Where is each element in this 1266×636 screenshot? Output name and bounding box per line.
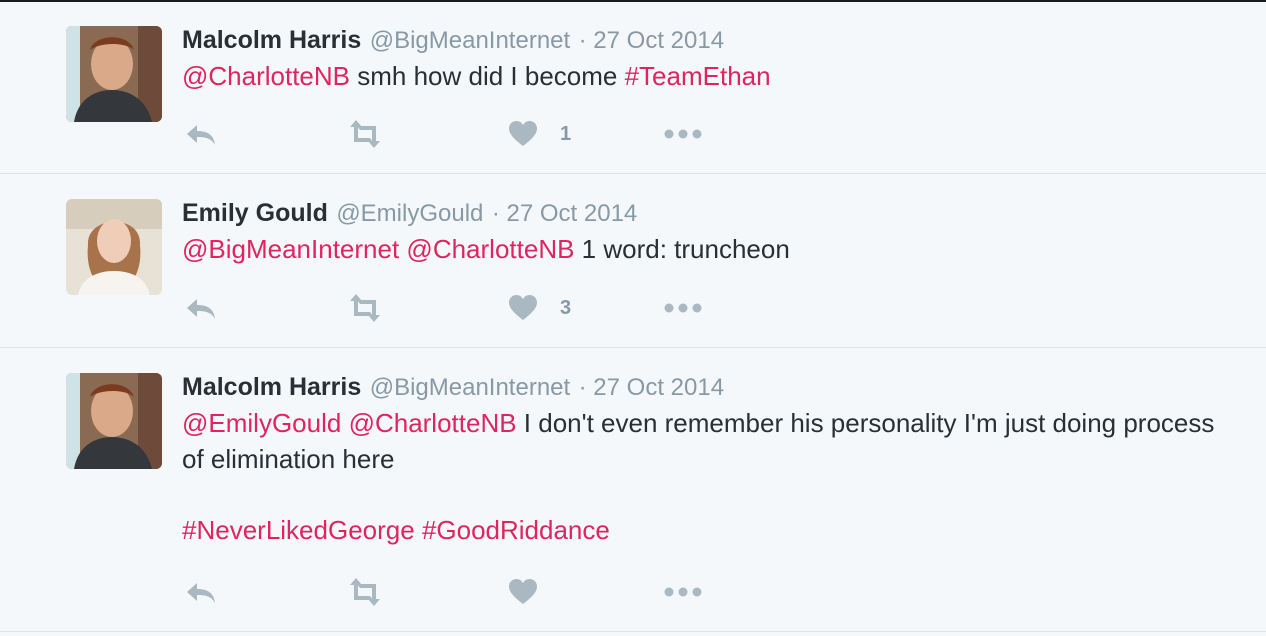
- hashtag-link[interactable]: #NeverLikedGeorge: [182, 515, 415, 545]
- tweet-body: smh how did I become: [350, 61, 625, 91]
- mention-link[interactable]: @EmilyGould: [182, 408, 341, 438]
- tweet[interactable]: Malcolm Harris @BigMeanInternet · 27 Oct…: [0, 348, 1266, 632]
- author-name[interactable]: Emily Gould: [182, 199, 328, 227]
- more-button[interactable]: [664, 574, 704, 610]
- reply-icon: [187, 125, 215, 145]
- reply-icon: [187, 299, 215, 319]
- hashtag-link[interactable]: #GoodRiddance: [422, 515, 610, 545]
- like-button[interactable]: [508, 574, 560, 610]
- hashtag-link[interactable]: #TeamEthan: [625, 61, 771, 91]
- more-button[interactable]: [664, 290, 704, 326]
- tweet-body: 1 word: truncheon: [574, 234, 790, 264]
- more-icon: [664, 129, 702, 139]
- tweet-date[interactable]: · 27 Oct 2014: [492, 200, 637, 227]
- author-name[interactable]: Malcolm Harris: [182, 26, 361, 54]
- tweet-text: @BigMeanInternet @CharlotteNB 1 word: tr…: [182, 231, 1222, 267]
- author-handle[interactable]: @BigMeanInternet: [370, 374, 570, 401]
- tweet-text: @CharlotteNB smh how did I become #TeamE…: [182, 58, 1222, 94]
- reply-button[interactable]: [184, 574, 218, 610]
- like-button[interactable]: 3: [508, 290, 571, 326]
- tweet-paragraph: #NeverLikedGeorge #GoodRiddance: [182, 512, 1222, 548]
- reply-button[interactable]: [184, 116, 218, 152]
- like-button[interactable]: 1: [508, 116, 571, 152]
- retweet-icon: [350, 578, 380, 606]
- reply-icon: [187, 583, 215, 603]
- timeline: Malcolm Harris @BigMeanInternet · 27 Oct…: [0, 2, 1266, 632]
- retweet-button[interactable]: [344, 290, 384, 326]
- retweet-icon: [350, 120, 380, 148]
- tweet[interactable]: Emily Gould @EmilyGould · 27 Oct 2014 @B…: [0, 174, 1266, 348]
- more-button[interactable]: [664, 116, 704, 152]
- mention-link[interactable]: @CharlotteNB: [182, 61, 350, 91]
- avatar[interactable]: [66, 199, 162, 295]
- tweet-header: Malcolm Harris @BigMeanInternet · 27 Oct…: [182, 348, 1266, 405]
- tweet-header: Malcolm Harris @BigMeanInternet · 27 Oct…: [182, 2, 1266, 58]
- tweet[interactable]: Malcolm Harris @BigMeanInternet · 27 Oct…: [0, 2, 1266, 174]
- tweet-date[interactable]: · 27 Oct 2014: [579, 374, 724, 401]
- heart-icon: [509, 579, 537, 604]
- tweet-paragraph: @EmilyGould @CharlotteNB I don't even re…: [182, 405, 1222, 477]
- retweet-icon: [350, 294, 380, 322]
- heart-icon: [509, 295, 537, 320]
- like-count: 3: [560, 296, 572, 319]
- mention-link[interactable]: @CharlotteNB: [406, 234, 574, 264]
- author-name[interactable]: Malcolm Harris: [182, 373, 361, 401]
- more-icon: [664, 303, 702, 313]
- tweet-header: Emily Gould @EmilyGould · 27 Oct 2014: [182, 174, 1266, 231]
- reply-button[interactable]: [184, 290, 218, 326]
- retweet-button[interactable]: [344, 574, 384, 610]
- avatar[interactable]: [66, 373, 162, 469]
- mention-link[interactable]: @CharlotteNB: [349, 408, 517, 438]
- avatar[interactable]: [66, 26, 162, 122]
- author-handle[interactable]: @BigMeanInternet: [370, 27, 570, 54]
- mention-link[interactable]: @BigMeanInternet: [182, 234, 399, 264]
- tweet-text: @EmilyGould @CharlotteNB I don't even re…: [182, 405, 1222, 548]
- retweet-button[interactable]: [344, 116, 384, 152]
- tweet-date[interactable]: · 27 Oct 2014: [579, 27, 724, 54]
- heart-icon: [509, 121, 537, 146]
- more-icon: [664, 587, 702, 597]
- author-handle[interactable]: @EmilyGould: [336, 200, 483, 227]
- like-count: 1: [560, 122, 572, 145]
